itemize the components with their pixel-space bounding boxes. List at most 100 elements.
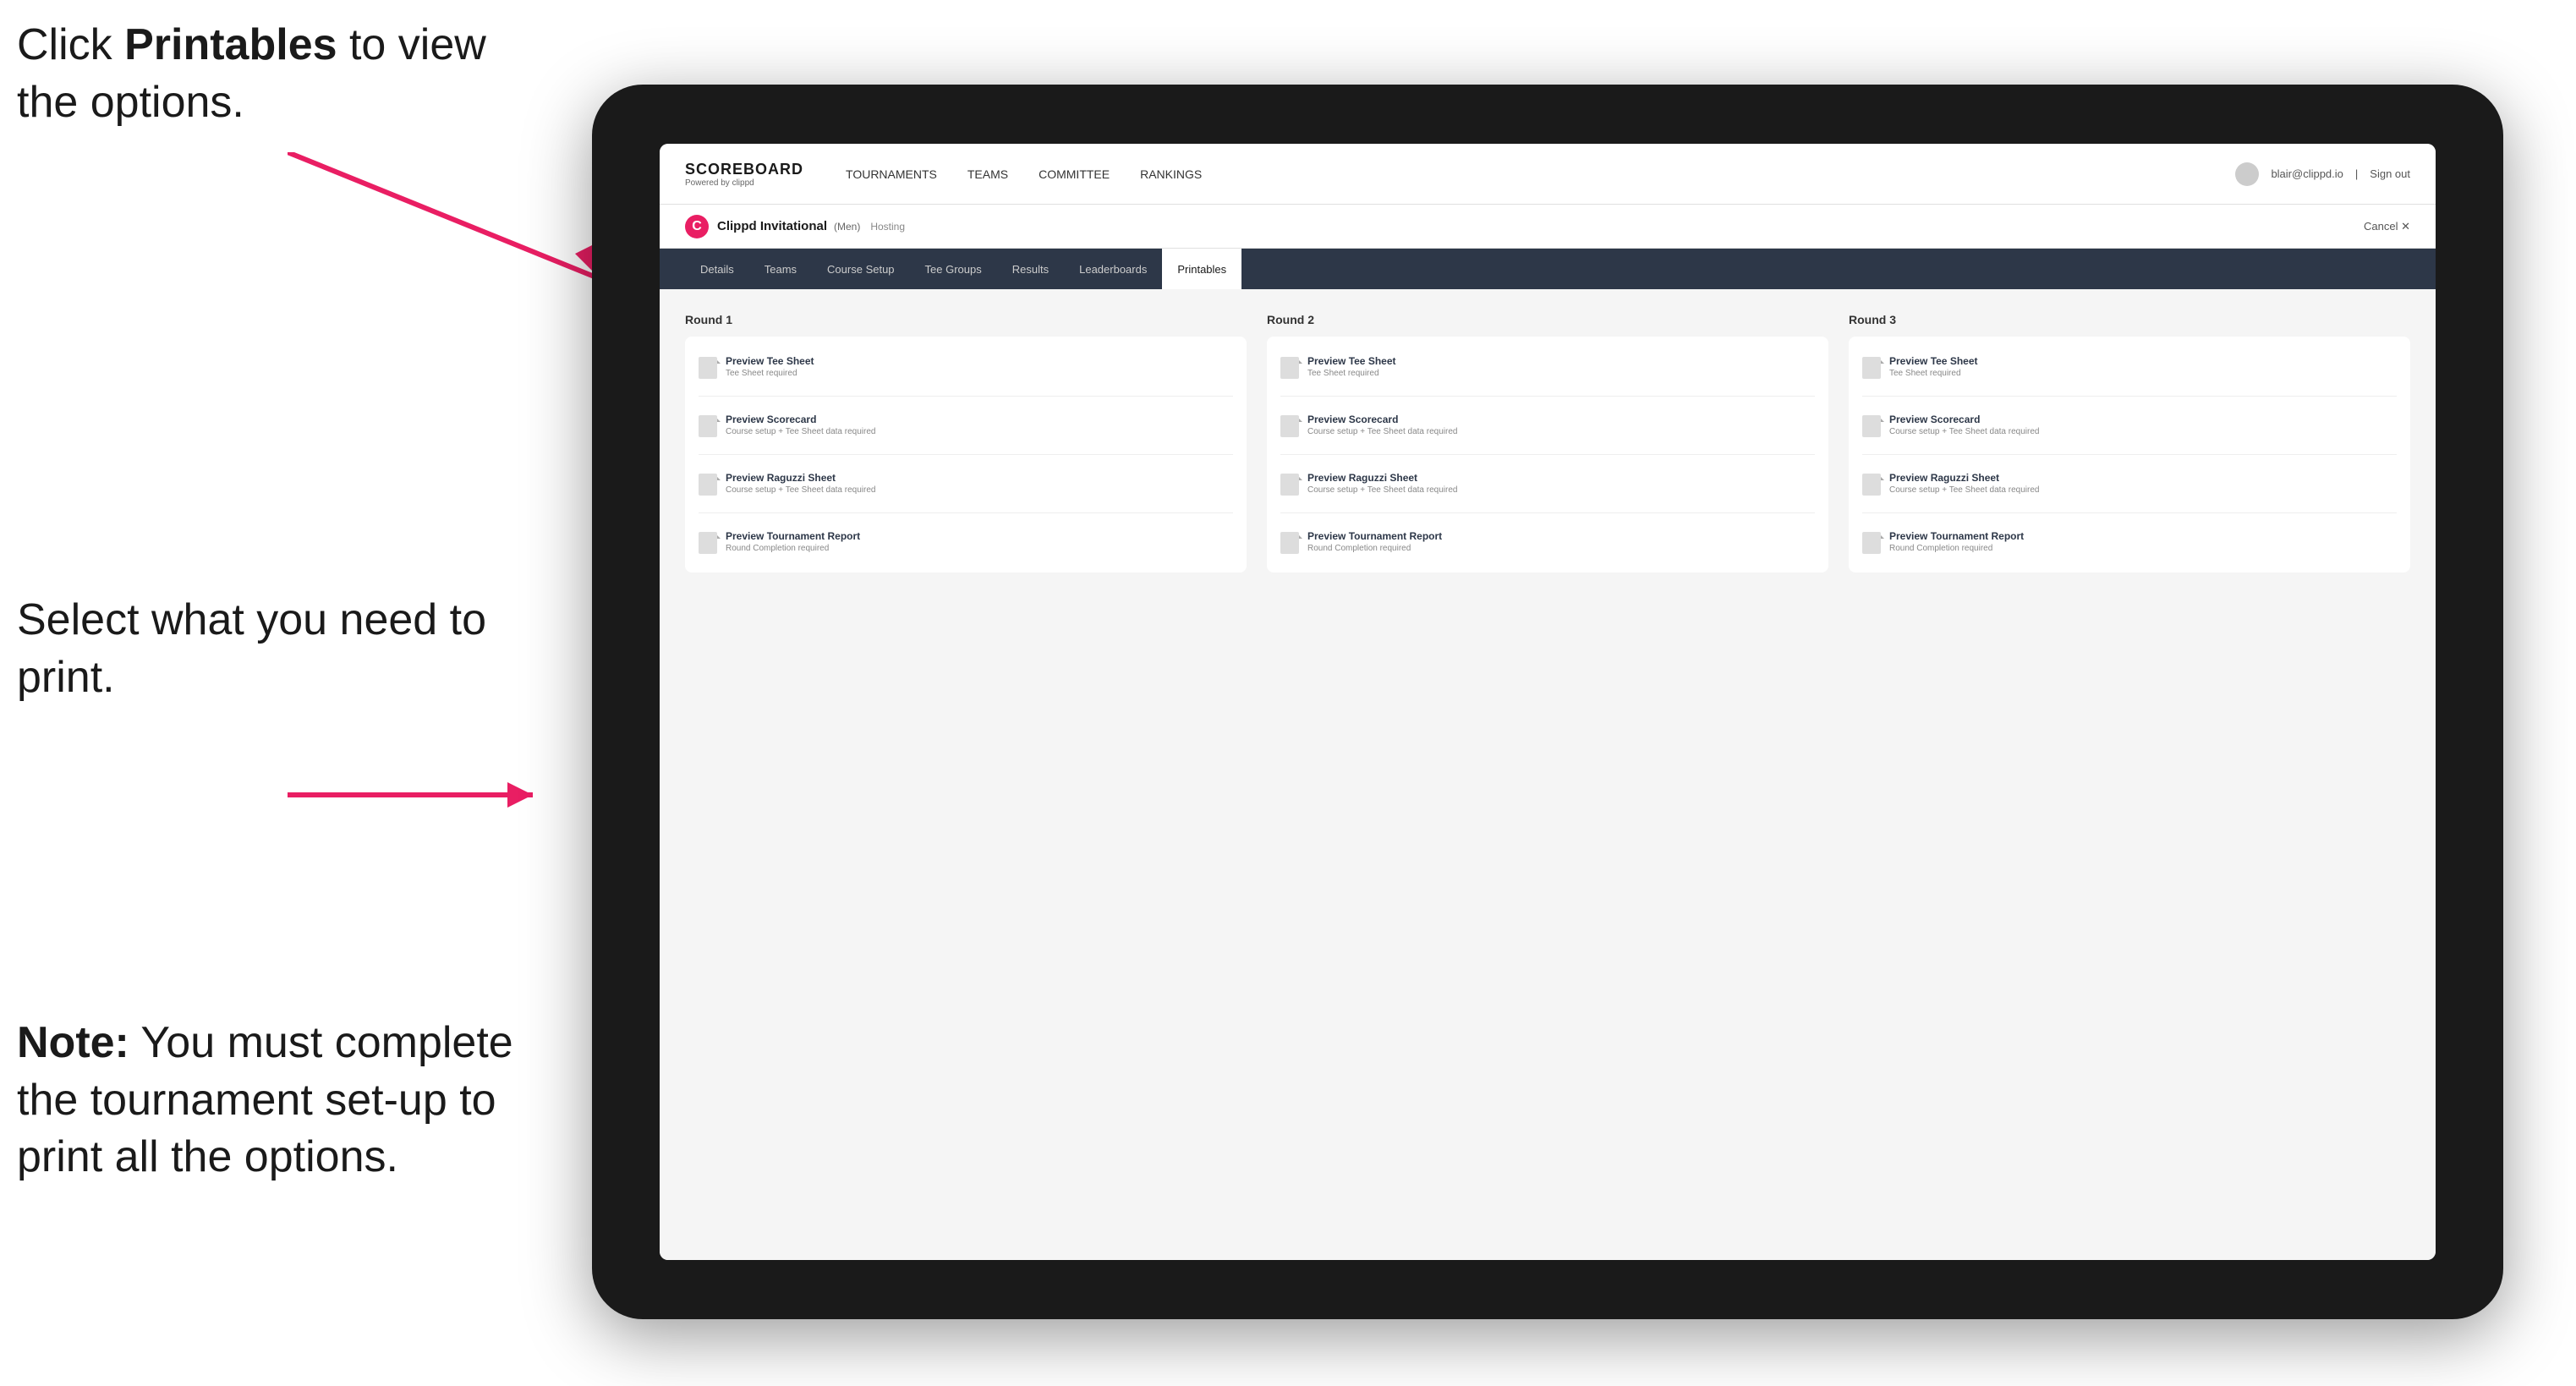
r2-scorecard[interactable]: Preview Scorecard Course setup + Tee She… — [1280, 410, 1815, 441]
brand-sub: Powered by clippd — [685, 178, 803, 188]
r1-divider-1 — [699, 396, 1233, 397]
brand: SCOREBOARD Powered by clippd — [685, 161, 803, 188]
r3-scorecard-icon — [1862, 415, 1881, 437]
r3-scorecard[interactable]: Preview Scorecard Course setup + Tee She… — [1862, 410, 2397, 441]
r2-raguzzi-subtitle: Course setup + Tee Sheet data required — [1307, 485, 1457, 495]
nav-right: blair@clippd.io | Sign out — [2235, 162, 2410, 186]
nav-committee[interactable]: COMMITTEE — [1039, 164, 1110, 184]
r3-raguzzi[interactable]: Preview Raguzzi Sheet Course setup + Tee… — [1862, 468, 2397, 499]
tablet-screen: SCOREBOARD Powered by clippd TOURNAMENTS… — [660, 144, 2436, 1260]
r3-report-icon — [1862, 532, 1881, 554]
r1-tee-sheet-title: Preview Tee Sheet — [726, 355, 814, 367]
nav-tournaments[interactable]: TOURNAMENTS — [846, 164, 937, 184]
r3-scorecard-title: Preview Scorecard — [1889, 414, 2039, 425]
r1-raguzzi[interactable]: Preview Raguzzi Sheet Course setup + Tee… — [699, 468, 1233, 499]
r1-scorecard-icon — [699, 415, 717, 437]
r1-report-subtitle: Round Completion required — [726, 544, 860, 553]
tournament-name: Clippd Invitational — [717, 219, 827, 233]
round-2-title: Round 2 — [1267, 313, 1828, 326]
r3-scorecard-subtitle: Course setup + Tee Sheet data required — [1889, 427, 2039, 436]
r1-tee-sheet-icon — [699, 357, 717, 379]
r2-divider-1 — [1280, 396, 1815, 397]
r3-tee-sheet[interactable]: Preview Tee Sheet Tee Sheet required — [1862, 352, 2397, 382]
main-content: Round 1 Preview Tee Sheet Tee Sheet requ… — [660, 289, 2436, 1260]
separator: | — [2355, 167, 2358, 180]
tab-bar: Details Teams Course Setup Tee Groups Re… — [660, 249, 2436, 289]
r1-divider-2 — [699, 454, 1233, 455]
r2-tee-sheet-title: Preview Tee Sheet — [1307, 355, 1396, 367]
r3-report-subtitle: Round Completion required — [1889, 544, 2024, 553]
r1-tee-sheet-subtitle: Tee Sheet required — [726, 369, 814, 378]
r2-raguzzi-icon — [1280, 474, 1299, 496]
r2-tee-sheet-subtitle: Tee Sheet required — [1307, 369, 1396, 378]
r1-raguzzi-title: Preview Raguzzi Sheet — [726, 472, 875, 484]
r1-scorecard-title: Preview Scorecard — [726, 414, 875, 425]
r1-report-title: Preview Tournament Report — [726, 530, 860, 542]
nav-teams[interactable]: TEAMS — [967, 164, 1008, 184]
r2-raguzzi-title: Preview Raguzzi Sheet — [1307, 472, 1457, 484]
round-1-section: Round 1 Preview Tee Sheet Tee Sheet requ… — [685, 313, 1247, 572]
r3-divider-3 — [1862, 512, 2397, 513]
arrow-middle — [288, 753, 541, 837]
r2-report-icon — [1280, 532, 1299, 554]
r2-raguzzi[interactable]: Preview Raguzzi Sheet Course setup + Tee… — [1280, 468, 1815, 499]
round-3-card: Preview Tee Sheet Tee Sheet required Pre… — [1849, 337, 2410, 572]
cancel-button[interactable]: Cancel ✕ — [2364, 220, 2410, 233]
r3-tournament-report[interactable]: Preview Tournament Report Round Completi… — [1862, 527, 2397, 557]
top-nav: SCOREBOARD Powered by clippd TOURNAMENTS… — [660, 144, 2436, 205]
r1-scorecard[interactable]: Preview Scorecard Course setup + Tee She… — [699, 410, 1233, 441]
annotation-bottom: Note: You must complete the tournament s… — [17, 1015, 541, 1186]
r1-divider-3 — [699, 512, 1233, 513]
nav-links: TOURNAMENTS TEAMS COMMITTEE RANKINGS — [846, 164, 2235, 184]
r3-divider-2 — [1862, 454, 2397, 455]
r3-tee-sheet-title: Preview Tee Sheet — [1889, 355, 1978, 367]
annotation-top: Click Printables to view the options. — [17, 17, 507, 131]
annotation-middle: Select what you need to print. — [17, 592, 507, 706]
r2-divider-2 — [1280, 454, 1815, 455]
r3-divider-1 — [1862, 396, 2397, 397]
tab-results[interactable]: Results — [997, 249, 1064, 289]
nav-rankings[interactable]: RANKINGS — [1140, 164, 1202, 184]
round-3-title: Round 3 — [1849, 313, 2410, 326]
tab-details[interactable]: Details — [685, 249, 749, 289]
tab-teams[interactable]: Teams — [749, 249, 812, 289]
r3-tee-sheet-icon — [1862, 357, 1881, 379]
r3-raguzzi-icon — [1862, 474, 1881, 496]
tournament-tag: (Men) — [834, 221, 860, 233]
tab-printables[interactable]: Printables — [1162, 249, 1241, 289]
r2-divider-3 — [1280, 512, 1815, 513]
tournament-logo: C — [685, 215, 709, 238]
tournament-status: Hosting — [870, 221, 905, 233]
r2-tournament-report[interactable]: Preview Tournament Report Round Completi… — [1280, 527, 1815, 557]
round-2-section: Round 2 Preview Tee Sheet Tee Sheet requ… — [1267, 313, 1828, 572]
r1-raguzzi-icon — [699, 474, 717, 496]
printables-bold: Printables — [124, 20, 337, 69]
tab-tee-groups[interactable]: Tee Groups — [910, 249, 997, 289]
round-1-card: Preview Tee Sheet Tee Sheet required Pre… — [685, 337, 1247, 572]
round-2-card: Preview Tee Sheet Tee Sheet required Pre… — [1267, 337, 1828, 572]
r2-report-subtitle: Round Completion required — [1307, 544, 1442, 553]
r3-raguzzi-subtitle: Course setup + Tee Sheet data required — [1889, 485, 2039, 495]
r3-raguzzi-title: Preview Raguzzi Sheet — [1889, 472, 2039, 484]
r2-scorecard-subtitle: Course setup + Tee Sheet data required — [1307, 427, 1457, 436]
rounds-grid: Round 1 Preview Tee Sheet Tee Sheet requ… — [685, 313, 2410, 572]
sign-out-link[interactable]: Sign out — [2370, 167, 2410, 180]
r1-raguzzi-subtitle: Course setup + Tee Sheet data required — [726, 485, 875, 495]
r2-tee-sheet[interactable]: Preview Tee Sheet Tee Sheet required — [1280, 352, 1815, 382]
brand-title: SCOREBOARD — [685, 161, 803, 178]
r1-report-icon — [699, 532, 717, 554]
r2-scorecard-icon — [1280, 415, 1299, 437]
r3-report-title: Preview Tournament Report — [1889, 530, 2024, 542]
note-label: Note: — [17, 1018, 129, 1067]
r2-report-title: Preview Tournament Report — [1307, 530, 1442, 542]
arrow-top — [288, 152, 600, 288]
r1-tee-sheet[interactable]: Preview Tee Sheet Tee Sheet required — [699, 352, 1233, 382]
sub-nav: C Clippd Invitational (Men) Hosting Canc… — [660, 205, 2436, 249]
round-1-title: Round 1 — [685, 313, 1247, 326]
r3-tee-sheet-subtitle: Tee Sheet required — [1889, 369, 1978, 378]
r2-scorecard-title: Preview Scorecard — [1307, 414, 1457, 425]
user-email: blair@clippd.io — [2271, 167, 2343, 180]
r1-tournament-report[interactable]: Preview Tournament Report Round Completi… — [699, 527, 1233, 557]
tab-course-setup[interactable]: Course Setup — [812, 249, 910, 289]
tab-leaderboards[interactable]: Leaderboards — [1064, 249, 1162, 289]
